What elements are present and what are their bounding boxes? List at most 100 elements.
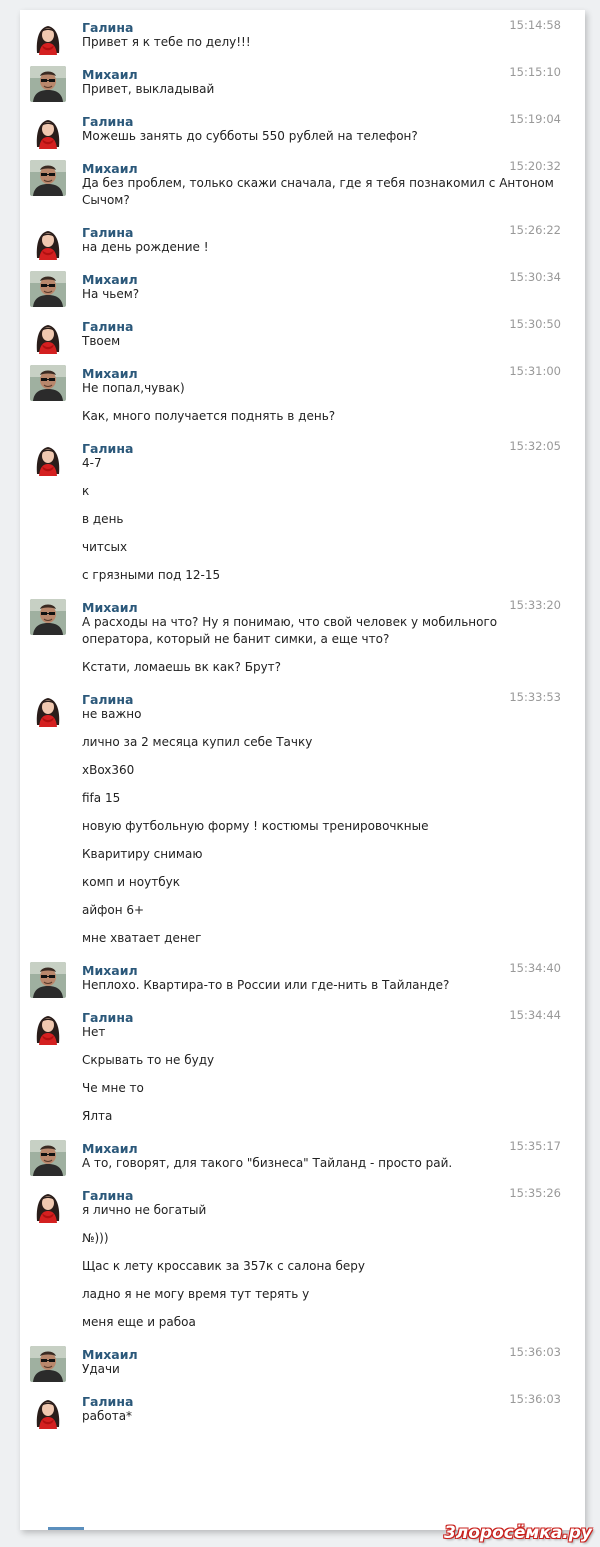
message-text: Как, много получается поднять в день? (82, 409, 336, 423)
message-text: Привет, выкладывай (82, 82, 215, 96)
message-item: Галина 15:19:04 Можешь занять до субботы 5… (20, 104, 585, 151)
message-text: Привет я к тебе по делу!!! (82, 35, 251, 49)
message-text: Че мне то (82, 1081, 144, 1095)
avatar-mikhail[interactable] (30, 160, 66, 196)
avatar-mikhail[interactable] (30, 271, 66, 307)
avatar-mikhail[interactable] (30, 599, 66, 635)
message-timestamp: 15:35:17 (509, 1139, 561, 1153)
message-text: меня еще и рабоа (82, 1315, 196, 1329)
message-text: Не попал,чувак) (82, 381, 185, 395)
avatar-mikhail[interactable] (30, 962, 66, 998)
message-text: На чьем? (82, 287, 140, 301)
message-timestamp: 15:30:50 (509, 317, 561, 331)
message-timestamp: 15:14:58 (509, 18, 561, 32)
avatar-mikhail[interactable] (30, 1346, 66, 1382)
message-author-link[interactable]: Галина (82, 441, 133, 456)
message-timestamp: 15:15:10 (509, 65, 561, 79)
message-text: в день (82, 512, 124, 526)
message-text: ладно я не могу время тут терять у (82, 1287, 310, 1301)
message-text: Неплохо. Квартира-то в России или где-ни… (82, 978, 450, 992)
message-text: я лично не богатый (82, 1203, 207, 1217)
message-author-link[interactable]: Галина (82, 114, 133, 129)
message-text: Твоем (82, 334, 121, 348)
message-item: Галина 15:33:53 не важно лично за 2 месяца … (20, 682, 585, 953)
message-author-link[interactable]: Михаил (82, 67, 138, 82)
message-text: Ялта (82, 1109, 113, 1123)
message-timestamp: 15:30:34 (509, 270, 561, 284)
message-author-link[interactable]: Галина (82, 20, 133, 35)
message-text: мне хватает денег (82, 931, 202, 945)
avatar-galina[interactable] (30, 440, 66, 476)
avatar-galina[interactable] (30, 1393, 66, 1429)
message-timestamp: 15:19:04 (509, 112, 561, 126)
message-author-link[interactable]: Галина (82, 319, 133, 334)
message-text: Удачи (82, 1362, 120, 1376)
message-timestamp: 15:36:03 (509, 1392, 561, 1406)
message-text: Кваритиру снимаю (82, 847, 203, 861)
message-text: Нет (82, 1025, 106, 1039)
message-item: Михаил 15:31:00 Не попал,чувак) Как, много … (20, 356, 585, 431)
message-item: Михаил 15:35:17 А то, говорят, для такого … (20, 1131, 585, 1178)
message-timestamp: 15:34:44 (509, 1008, 561, 1022)
message-author-link[interactable]: Галина (82, 1010, 133, 1025)
message-timestamp: 15:20:32 (509, 159, 561, 173)
message-author-link[interactable]: Михаил (82, 1347, 138, 1362)
message-text: с грязными под 12-15 (82, 568, 221, 582)
message-text: xBox360 (82, 763, 135, 777)
message-item: Галина 15:36:03 работа* (20, 1384, 585, 1431)
message-text: А то, говорят, для такого "бизнеса" Тайл… (82, 1156, 453, 1170)
avatar-galina[interactable] (30, 113, 66, 149)
message-timestamp: 15:35:26 (509, 1186, 561, 1200)
message-item: Михаил 15:30:34 На чьем? (20, 262, 585, 309)
avatar-galina[interactable] (30, 1009, 66, 1045)
message-text: Скрывать то не буду (82, 1053, 215, 1067)
message-text: к (82, 484, 90, 498)
message-timestamp: 15:33:53 (509, 690, 561, 704)
avatar-galina[interactable] (30, 19, 66, 55)
message-item: Галина 15:35:26 я лично не богатый №))) Щас … (20, 1178, 585, 1337)
message-timestamp: 15:32:05 (509, 439, 561, 453)
message-author-link[interactable]: Михаил (82, 963, 138, 978)
message-text: читсых (82, 540, 128, 554)
avatar-mikhail[interactable] (30, 66, 66, 102)
message-text: на день рождение ! (82, 240, 209, 254)
message-text: Да без проблем, только скажи сначала, гд… (82, 176, 554, 207)
message-text: А расходы на что? Ну я понимаю, что свой… (82, 615, 498, 646)
message-author-link[interactable]: Галина (82, 692, 133, 707)
avatar-galina[interactable] (30, 1187, 66, 1223)
message-text: работа* (82, 1409, 133, 1423)
message-item: Михаил 15:15:10 Привет, выкладывай (20, 57, 585, 104)
message-author-link[interactable]: Михаил (82, 272, 138, 287)
message-author-link[interactable]: Галина (82, 1188, 133, 1203)
avatar-mikhail[interactable] (30, 1140, 66, 1176)
message-author-link[interactable]: Михаил (82, 600, 138, 615)
message-text: Можешь занять до субботы 550 рублей на т… (82, 129, 418, 143)
message-author-link[interactable]: Михаил (82, 1141, 138, 1156)
message-item: Михаил 15:20:32 Да без проблем, только ска… (20, 151, 585, 215)
avatar-galina[interactable] (30, 224, 66, 260)
message-item: Галина 15:32:05 4-7 к в день читсых с грязными… (20, 431, 585, 590)
avatar-galina[interactable] (30, 691, 66, 727)
message-author-link[interactable]: Галина (82, 1394, 133, 1409)
message-timestamp: 15:36:03 (509, 1345, 561, 1359)
avatar-galina[interactable] (30, 318, 66, 354)
message-text: Щас к лету кроссавик за 357к с салона бе… (82, 1259, 366, 1273)
message-author-link[interactable]: Галина (82, 225, 133, 240)
message-timestamp: 15:34:40 (509, 961, 561, 975)
message-author-link[interactable]: Михаил (82, 161, 138, 176)
message-item: Михаил 15:36:03 Удачи (20, 1337, 585, 1384)
message-text: новую футбольную форму ! костюмы трениро… (82, 819, 429, 833)
message-timestamp: 15:33:20 (509, 598, 561, 612)
message-list: Галина 15:14:58 Привет я к тебе по делу!!!… (20, 10, 585, 1431)
message-text: не важно (82, 707, 142, 721)
message-item: Галина 15:14:58 Привет я к тебе по делу!!! (20, 10, 585, 57)
message-author-link[interactable]: Михаил (82, 366, 138, 381)
message-item: Михаил 15:33:20 А расходы на что? Ну я пон… (20, 590, 585, 682)
message-text: лично за 2 месяца купил себе Тачку (82, 735, 313, 749)
message-text: №))) (82, 1231, 109, 1245)
message-text: комп и ноутбук (82, 875, 180, 889)
watermark-logo: 3лорoсёмка.ру (443, 1523, 592, 1543)
avatar-mikhail[interactable] (30, 365, 66, 401)
message-text: Кстати, ломаешь вк как? Брут? (82, 660, 282, 674)
message-text: айфон 6+ (82, 903, 145, 917)
